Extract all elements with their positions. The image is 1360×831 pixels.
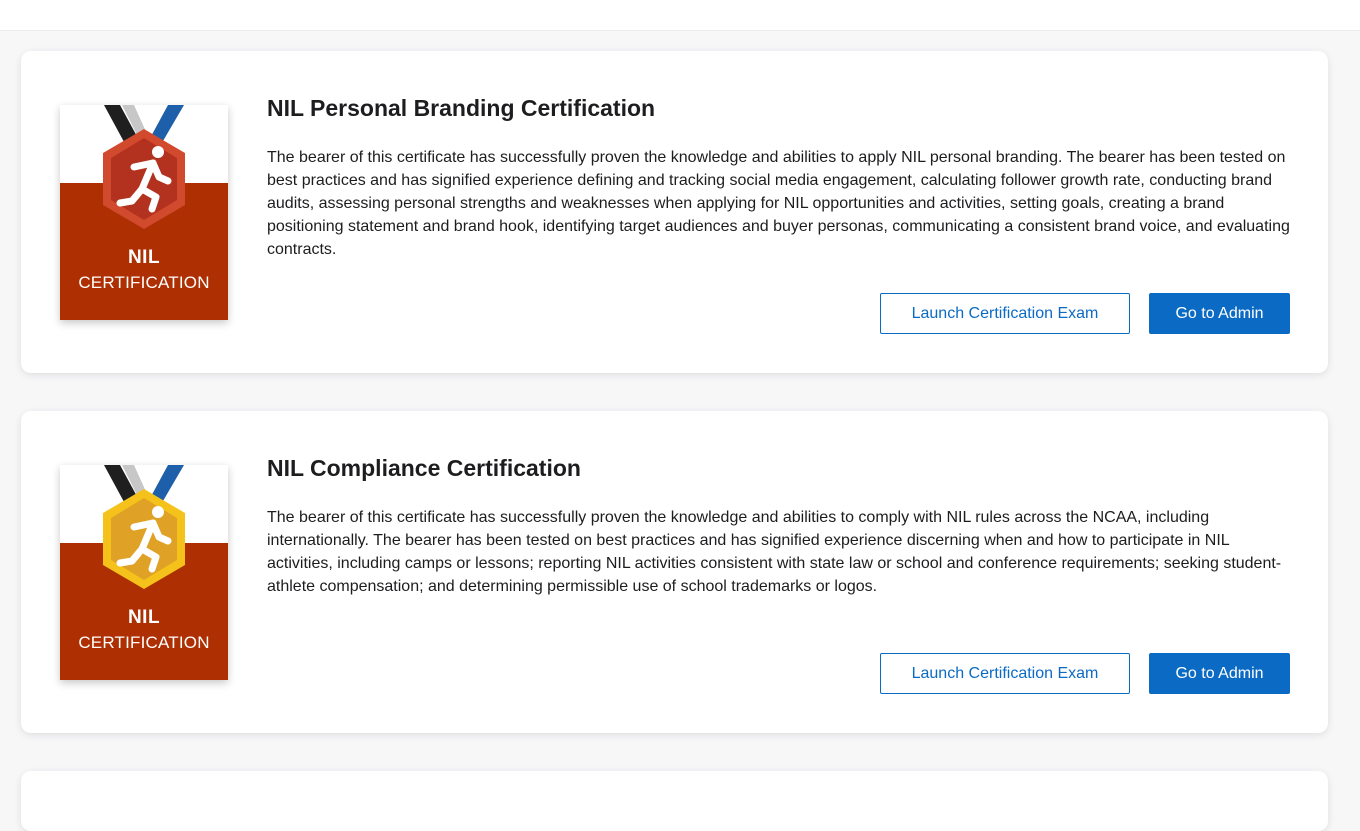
certification-title: NIL Personal Branding Certification bbox=[267, 95, 656, 121]
go-to-admin-button[interactable]: Go to Admin bbox=[1149, 653, 1290, 694]
certification-badge: NIL CERTIFICATION bbox=[60, 105, 228, 320]
badge-certification-text: CERTIFICATION bbox=[78, 633, 210, 652]
go-to-admin-button[interactable]: Go to Admin bbox=[1149, 293, 1290, 334]
certification-badge: NIL CERTIFICATION bbox=[60, 465, 228, 680]
badge-certification-text: CERTIFICATION bbox=[78, 273, 210, 292]
certification-card-partial bbox=[21, 771, 1328, 831]
launch-certification-exam-button[interactable]: Launch Certification Exam bbox=[880, 293, 1130, 334]
badge-nil-text: NIL bbox=[127, 607, 161, 628]
top-bar bbox=[0, 0, 1360, 31]
launch-certification-exam-button[interactable]: Launch Certification Exam bbox=[880, 653, 1130, 694]
badge-nil-text: NIL bbox=[127, 247, 161, 268]
certification-description: The bearer of this certificate has succe… bbox=[267, 509, 1282, 595]
certification-description: The bearer of this certificate has succe… bbox=[267, 149, 1290, 258]
certification-title: NIL Compliance Certification bbox=[267, 455, 581, 481]
certification-card-personal-branding: NIL CERTIFICATION NIL Personal Branding … bbox=[21, 51, 1328, 373]
certification-card-compliance: NIL CERTIFICATION NIL Compliance Certifi… bbox=[21, 411, 1328, 733]
